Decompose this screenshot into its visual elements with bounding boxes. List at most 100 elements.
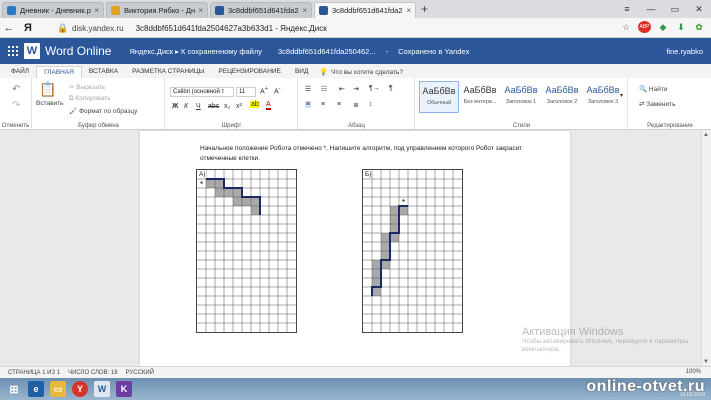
underline-button[interactable]: Ч [196,103,201,110]
font-color-icon[interactable]: A [266,101,271,110]
word-logo-icon: W [24,43,40,59]
close-tab-icon[interactable]: × [406,6,411,15]
highlight-icon[interactable]: ab [250,101,260,108]
cut-button[interactable]: ✂ Вырезать [69,83,105,91]
decrease-indent-icon[interactable]: ⇤ [339,85,345,93]
strikethrough-button[interactable]: abc [208,103,219,110]
superscript-button[interactable]: x² [236,103,242,110]
grid-a-start-marker: * [200,180,203,189]
ie-icon[interactable]: e [28,381,44,397]
tab-view[interactable]: ВИД [288,66,315,78]
style-heading-3[interactable]: АаБбВв Заголовок 3 [583,81,623,113]
protect-shield-icon[interactable]: ◆ [657,21,669,33]
robot-grid-b: * Б) [362,169,463,333]
adblock-icon[interactable]: ABP [638,21,651,33]
back-button[interactable]: ← [0,22,18,34]
new-tab-button[interactable]: + [421,3,428,15]
word-app-icon[interactable]: W [94,381,110,397]
replace-button[interactable]: ⇄ Заменить [639,100,675,108]
url-field[interactable]: 🔒 disk.yandex.ru 3c8ddbf651d641fda250462… [57,21,638,35]
explorer-folder-icon[interactable]: ▭ [50,381,66,397]
italic-button[interactable]: К [184,103,188,110]
yandex-browser-icon[interactable]: Y [72,381,88,397]
maximize-icon[interactable]: ▭ [663,0,687,18]
format-painter-button[interactable]: 🖌 Формат по образцу [69,107,137,115]
align-left-icon[interactable]: ≡ [305,101,312,108]
document-name[interactable]: 3c8ddbf651d641fda250462... [278,47,376,56]
close-window-icon[interactable]: ✕ [687,0,711,18]
lightbulb-icon: 💡 [319,69,329,76]
zoom-level[interactable]: 100% [686,369,701,375]
style-name: Без интерв... [463,99,497,105]
style-no-spacing[interactable]: АаБбВв Без интерв... [460,81,500,113]
tell-me-label: Что вы хотите сделать? [331,68,403,76]
ltr-icon[interactable]: ¶→ [369,85,380,92]
show-formatting-icon[interactable]: ¶ [389,85,393,92]
bullets-icon[interactable]: ☰ [305,85,311,93]
yandex-button[interactable]: Я [18,22,38,34]
undo-icon[interactable]: ↶ [12,84,20,95]
watermark-subtitle: Чтобы активировать Windows, перейдите в … [522,338,689,353]
bookmark-star-icon[interactable]: ☆ [620,21,632,33]
k-app-icon[interactable]: K [116,381,132,397]
styles-more-icon[interactable]: ▾ [620,92,623,99]
font-group-label: Шрифт [221,123,242,129]
undo-group-label: Отменить [1,123,30,129]
browser-tab-doc-active[interactable]: 3c8ddbf651d641fda250462 × [314,2,416,18]
align-right-icon[interactable]: ≡ [337,101,341,108]
grid-a-shaded-cell [242,197,251,206]
justify-icon[interactable]: ≣ [353,101,359,109]
grid-a-shaded-cell [224,188,233,197]
download-icon[interactable]: ⬇ [675,21,687,33]
tab-home[interactable]: ГЛАВНАЯ [36,66,82,78]
user-name[interactable]: fine.ryabko [666,47,703,56]
style-heading-2[interactable]: АаБбВв Заголовок 2 [542,81,582,113]
grid-b-drawing: * [363,170,462,332]
line-spacing-icon[interactable]: ↕ [369,101,373,108]
minimize-icon[interactable]: — [639,0,663,18]
browser-tab-viktoriya[interactable]: Виктория Рябко - Дневник × [106,2,208,18]
app-launcher-icon[interactable] [8,46,18,56]
close-tab-icon[interactable]: × [198,6,203,15]
tell-me-box[interactable]: 💡 Что вы хотите сделать? [319,66,403,78]
style-heading-1[interactable]: АаБбВв Заголовок 1 [501,81,541,113]
scroll-up-icon[interactable]: ▲ [703,132,709,138]
tab-insert[interactable]: ВСТАВКА [82,66,125,78]
grow-font-icon[interactable]: A+ [260,86,268,95]
grid-a-shaded-cell [251,206,260,215]
tab-review[interactable]: РЕЦЕНЗИРОВАНИЕ [211,66,288,78]
style-normal[interactable]: АаБбВв Обычный [419,81,459,113]
tab-page-layout[interactable]: РАЗМЕТКА СТРАНИЦЫ [125,66,211,78]
undo-group: ↶ ↷ Отменить [0,78,32,130]
shrink-font-icon[interactable]: A- [274,86,281,95]
copy-button[interactable]: ⧉ Копировать [69,95,110,103]
extension-icon[interactable]: ✿ [693,21,705,33]
align-center-icon[interactable]: ≡ [321,101,325,108]
windows-start-icon[interactable]: ⊞ [6,381,22,397]
browser-tab-doc-1[interactable]: 3c8ddbf651d641fda250462 × [210,2,312,18]
paste-button[interactable]: Вставить [36,100,64,107]
subscript-button[interactable]: x₂ [224,103,230,110]
close-tab-icon[interactable]: × [302,6,307,15]
bold-button[interactable]: Ж [172,103,178,110]
menu-icon[interactable]: ≡ [615,0,639,18]
font-size-select[interactable]: 11 [236,87,256,97]
tab-file[interactable]: ФАЙЛ [4,66,36,78]
document-page[interactable]: Начальное положение Робота отмечено *. Н… [140,131,570,366]
increase-indent-icon[interactable]: ⇥ [353,85,359,93]
grid-b-shaded-cell [372,269,381,278]
find-button[interactable]: 🔍 Найти [639,85,667,93]
close-tab-icon[interactable]: × [94,6,99,15]
browser-tab-dnevnik[interactable]: Дневник - Дневник.ру × [2,2,104,18]
paste-icon[interactable]: 📋 [39,81,56,98]
scroll-down-icon[interactable]: ▼ [703,359,709,365]
font-name-select[interactable]: Calibri (основной т [170,87,234,97]
copy-label: Копировать [75,95,111,102]
tab-label: 3c8ddbf651d641fda250462 [332,6,403,15]
numbering-icon[interactable]: ☷ [321,85,327,93]
breadcrumb[interactable]: Яндекс.Диск ▸ К сохраненному файлу [129,47,262,56]
language[interactable]: РУССКИЙ [126,370,154,376]
title-separator: - [385,46,389,56]
grid-a-drawing: * [197,170,296,332]
redo-icon[interactable]: ↷ [12,100,20,111]
